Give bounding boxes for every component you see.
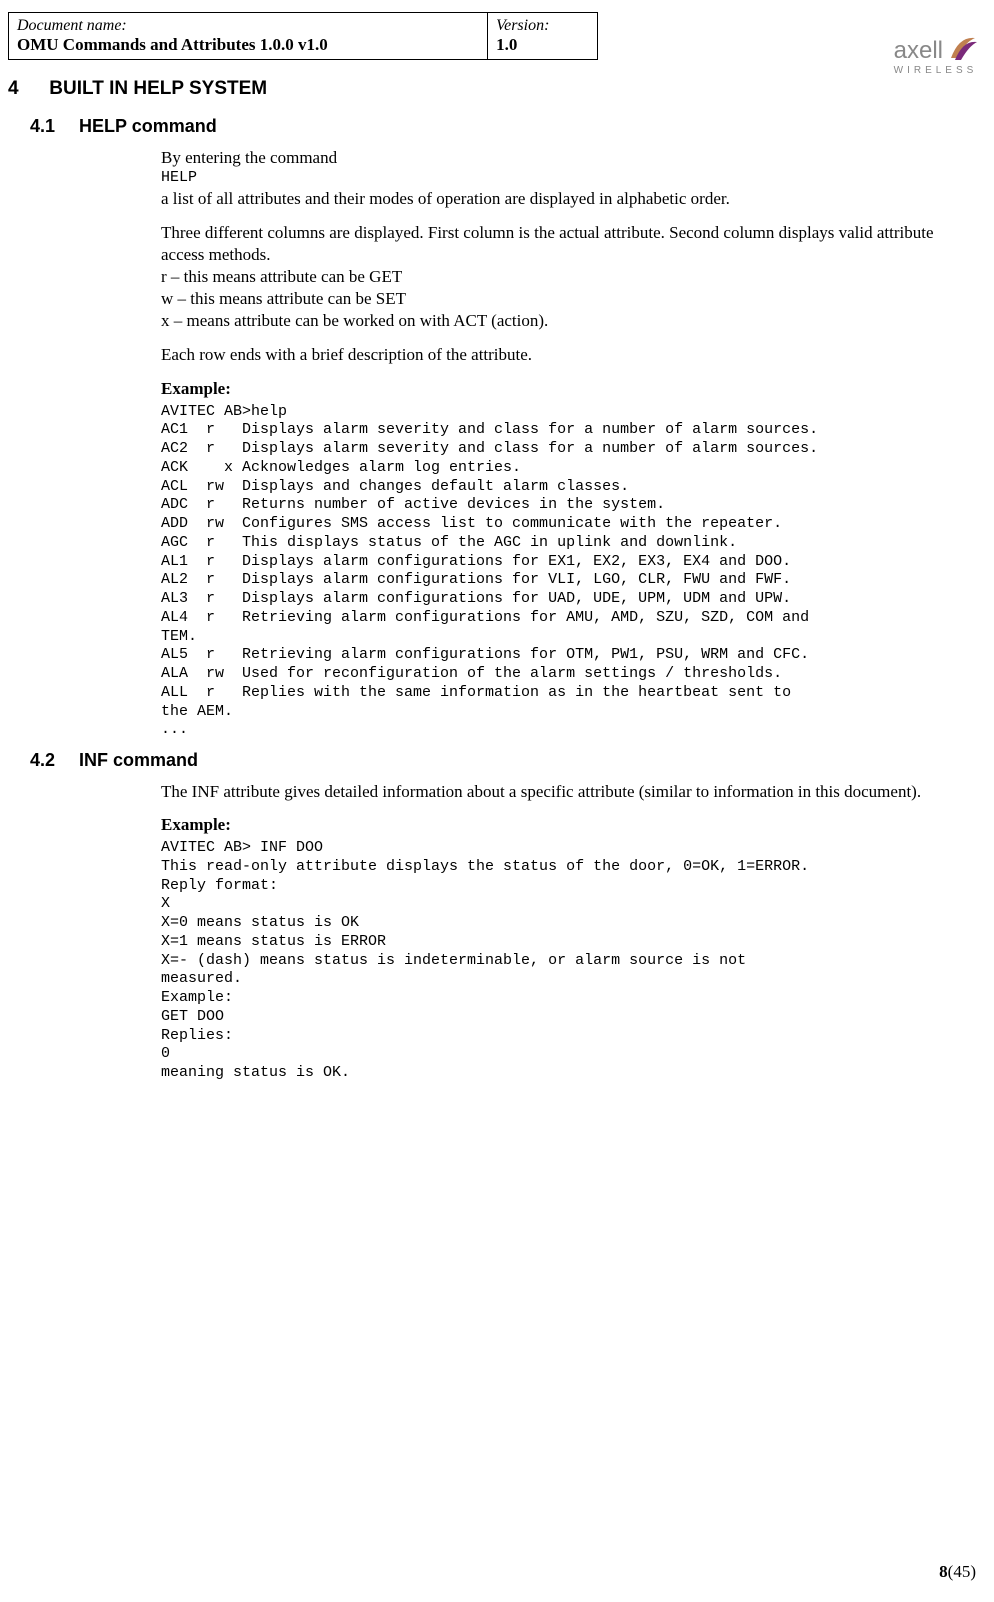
section-41-p6: x – means attribute can be worked on wit… — [161, 310, 971, 332]
section-42-heading: 4.2 INF command — [30, 750, 986, 771]
section-42-p1: The INF attribute gives detailed informa… — [161, 781, 971, 803]
page-footer: 8(45) — [939, 1562, 976, 1582]
section-42-example: AVITEC AB> INF DOO This read-only attrib… — [161, 839, 971, 1083]
section-41-p2: a list of all attributes and their modes… — [161, 188, 971, 210]
document-header-table: Document name: OMU Commands and Attribut… — [8, 12, 598, 60]
logo-sub-text: WIRELESS — [894, 65, 979, 76]
version-label: Version: — [496, 17, 589, 35]
swoosh-icon — [947, 32, 979, 69]
docname-label: Document name: — [17, 17, 479, 35]
page-content: 4 BUILT IN HELP SYSTEM 4.1 HELP command … — [0, 60, 994, 1083]
section-41-body: By entering the command HELP a list of a… — [161, 147, 971, 740]
section-42-body: The INF attribute gives detailed informa… — [161, 781, 971, 1083]
brand-logo: axell WIRELESS — [809, 24, 979, 84]
section-41-p4: r – this means attribute can be GET — [161, 266, 971, 288]
section-4-number: 4 — [8, 78, 44, 100]
docname-value: OMU Commands and Attributes 1.0.0 v1.0 — [17, 35, 479, 55]
section-41-cmd: HELP — [161, 169, 971, 188]
section-41-example: AVITEC AB>help AC1 r Displays alarm seve… — [161, 403, 971, 741]
section-41-p7: Each row ends with a brief description o… — [161, 344, 971, 366]
page-total: (45) — [948, 1562, 976, 1581]
section-4-title: BUILT IN HELP SYSTEM — [49, 78, 267, 99]
section-42-title: INF command — [79, 750, 198, 770]
section-41-p3: Three different columns are displayed. F… — [161, 222, 971, 266]
section-41-heading: 4.1 HELP command — [30, 116, 986, 137]
section-41-number: 4.1 — [30, 116, 74, 137]
page-number: 8 — [939, 1562, 948, 1581]
section-41-p5: w – this means attribute can be SET — [161, 288, 971, 310]
section-42-example-label: Example: — [161, 815, 971, 835]
section-41-p1: By entering the command — [161, 147, 971, 169]
logo-brand-text: axell — [894, 37, 943, 65]
section-42-number: 4.2 — [30, 750, 74, 771]
version-value: 1.0 — [496, 35, 589, 55]
section-41-example-label: Example: — [161, 379, 971, 399]
section-41-title: HELP command — [79, 116, 217, 136]
